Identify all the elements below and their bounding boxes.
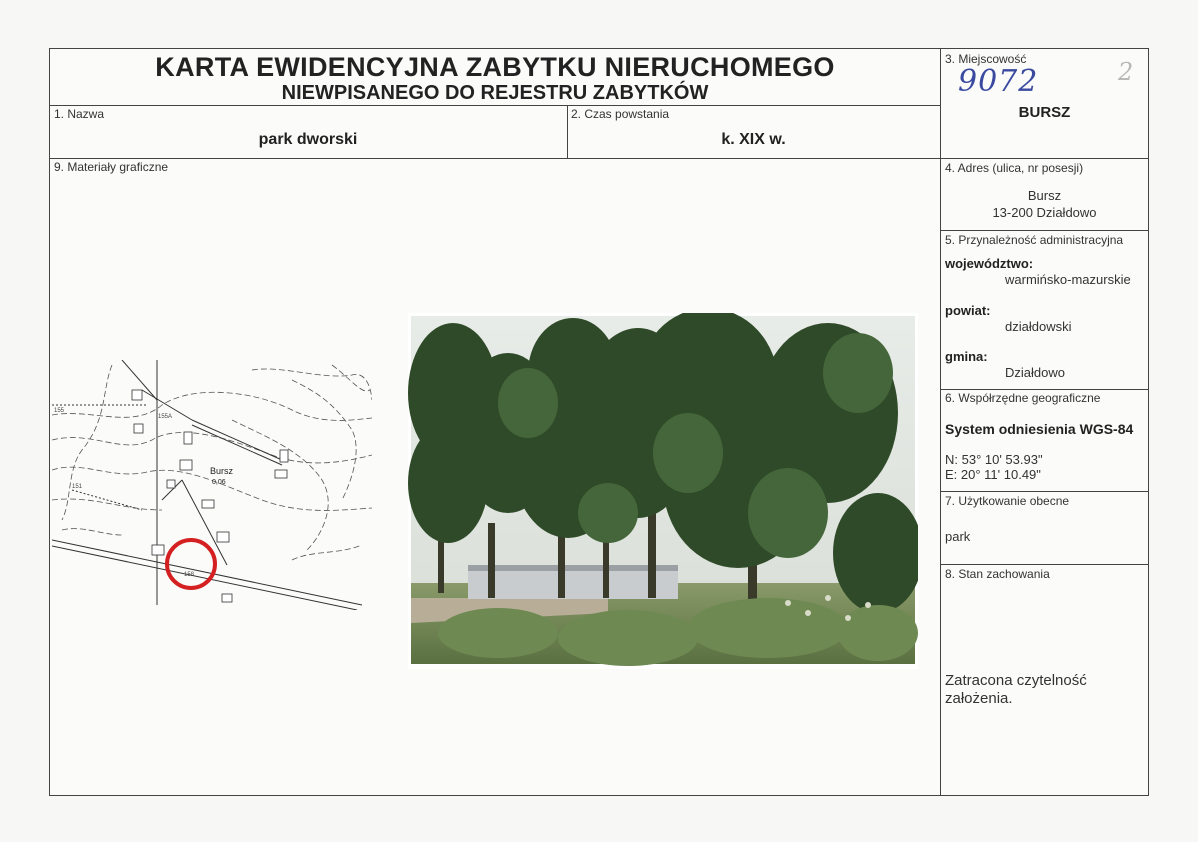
coordinate-system: System odniesienia WGS-84 <box>945 421 1134 437</box>
address-line1: Bursz <box>1027 188 1062 203</box>
usage-value: park <box>945 529 971 544</box>
map-label-158: 158 <box>184 572 195 578</box>
handwritten-inventory-number: 9072 <box>958 64 1039 99</box>
graphics-label: 9. Materiały graficzne <box>54 160 169 174</box>
divider-right-column <box>940 48 941 796</box>
condition-line1: Zatracona czytelność <box>945 672 1087 689</box>
county-label: powiat: <box>945 303 991 318</box>
coordinate-north: N: 53° 10' 53.93" <box>945 452 1043 467</box>
divider-admin <box>940 389 1149 390</box>
voivodeship-label: województwo: <box>945 256 1034 271</box>
name-label: 1. Nazwa <box>54 107 105 121</box>
condition-label: 8. Stan zachowania <box>945 567 1050 581</box>
map-place-sub: 0,06 <box>212 479 226 486</box>
period-value: k. XIX w. <box>721 131 786 148</box>
divider-usage <box>940 564 1149 565</box>
commune-value: Działdowo <box>1005 365 1065 380</box>
commune-label: gmina: <box>945 349 988 364</box>
divider-address <box>940 230 1149 231</box>
divider-top-row <box>49 158 1149 159</box>
handwritten-page-number: 2 <box>1118 58 1134 86</box>
location-map: 155 155A 151 158 Bursz 0,06 <box>52 360 372 610</box>
address-line2: 13-200 Działdowo <box>992 205 1097 220</box>
locality-value: BURSZ <box>1018 104 1071 121</box>
card-subtitle: NIEWPISANEGO DO REJESTRU ZABYTKÓW <box>281 82 709 104</box>
divider-title <box>49 105 940 106</box>
map-label-155a: 155A <box>158 414 172 420</box>
voivodeship-value: warmińsko-mazurskie <box>1005 272 1131 287</box>
address-label: 4. Adres (ulica, nr posesji) <box>945 161 1084 175</box>
county-value: działdowski <box>1005 319 1072 334</box>
map-place-label: Bursz <box>210 466 234 476</box>
map-label-151: 151 <box>72 484 83 490</box>
map-label-155: 155 <box>54 408 65 414</box>
condition-line2: założenia. <box>945 690 1013 707</box>
admin-label: 5. Przynależność administracyjna <box>945 233 1124 247</box>
coordinate-east: E: 20° 11' 10.49" <box>945 467 1041 482</box>
park-photo <box>408 313 918 669</box>
name-value: park dworski <box>258 131 358 148</box>
divider-coords <box>940 491 1149 492</box>
card-title: KARTA EWIDENCYJNA ZABYTKU NIERUCHOMEGO <box>155 52 835 82</box>
coordinates-label: 6. Współrzędne geograficzne <box>945 391 1101 405</box>
location-marker-circle <box>165 538 217 590</box>
usage-label: 7. Użytkowanie obecne <box>945 494 1070 508</box>
period-label: 2. Czas powstania <box>571 107 670 121</box>
